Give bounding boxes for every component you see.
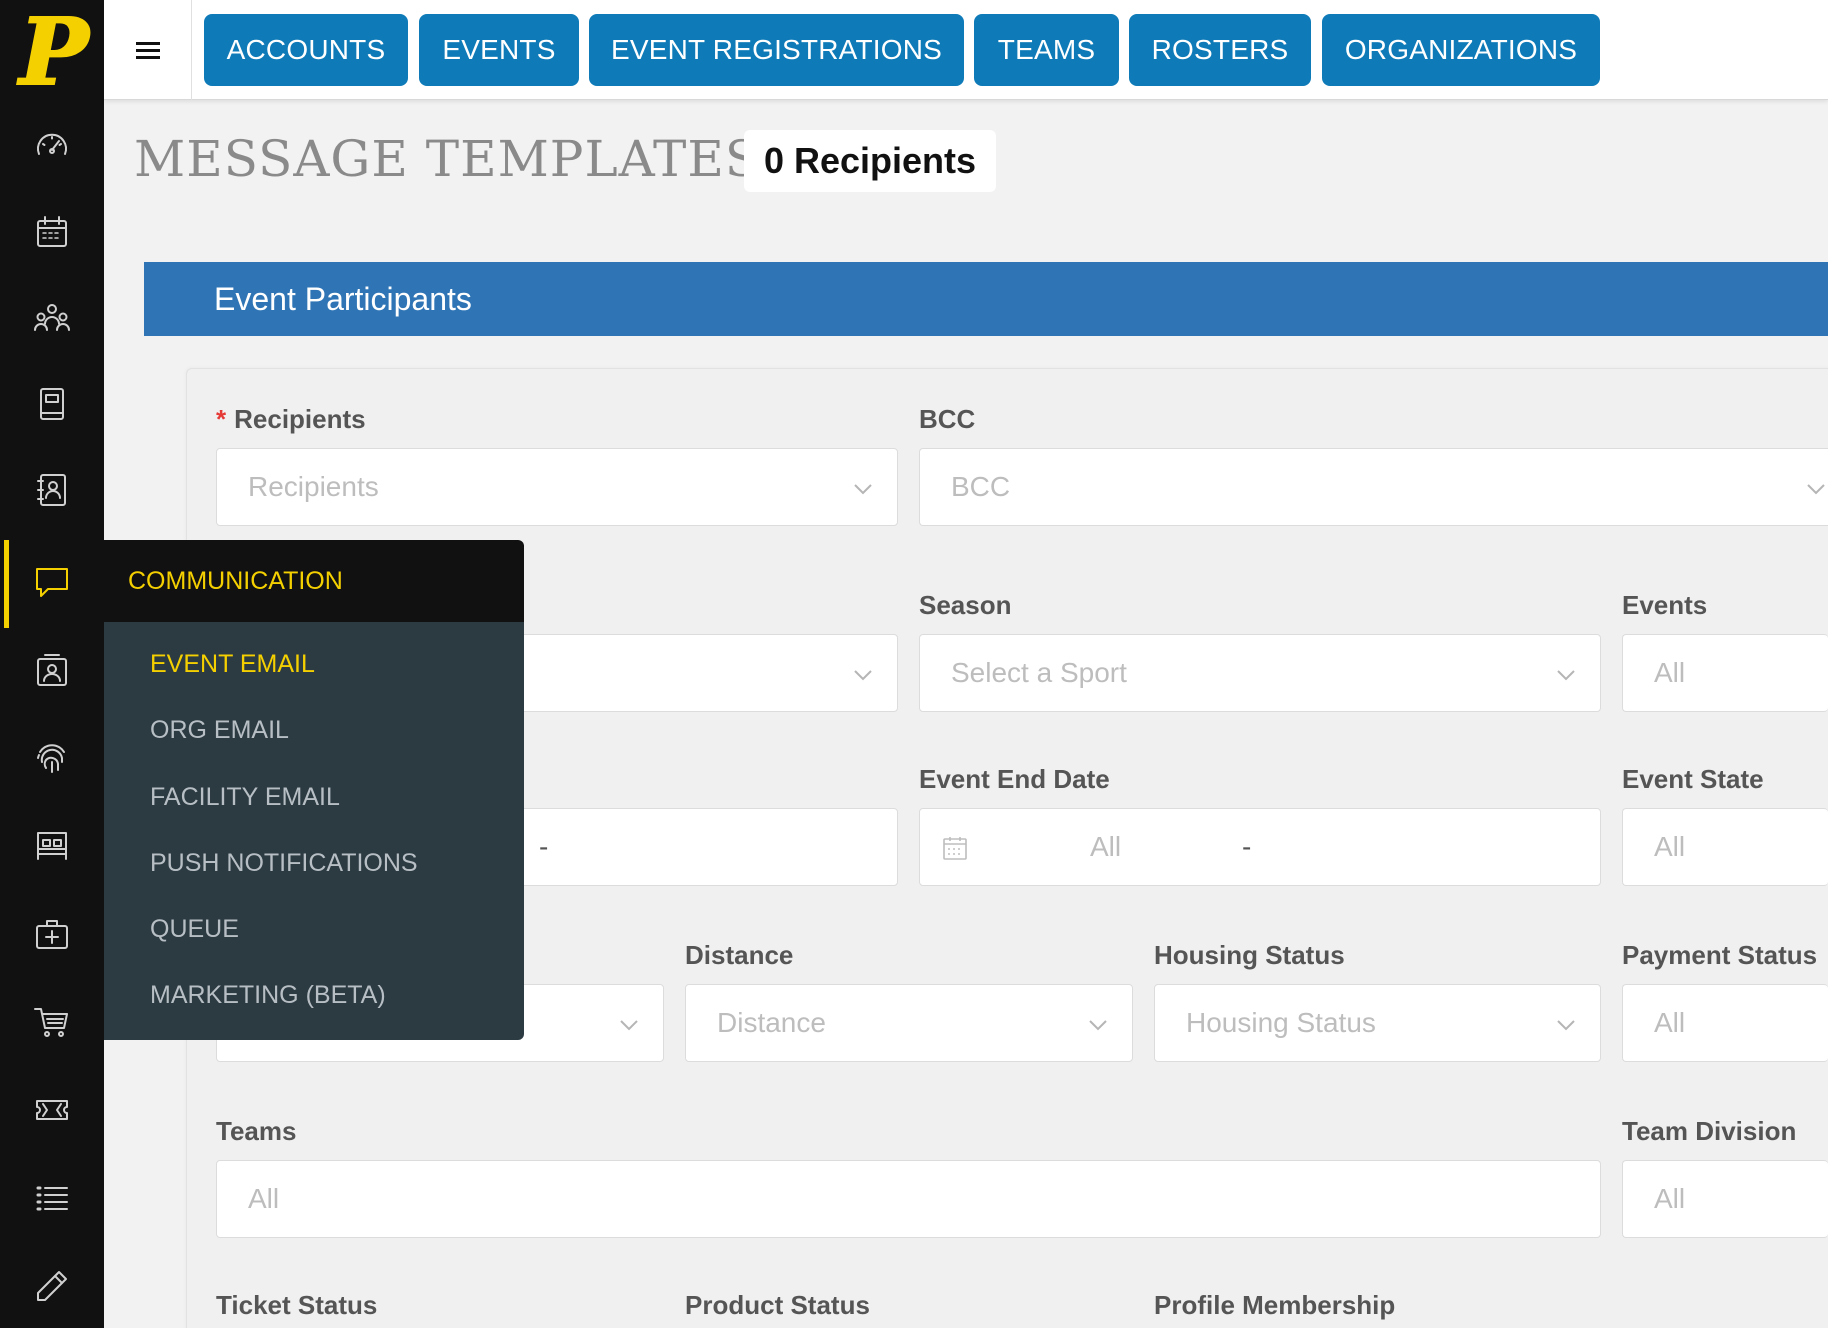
teams-label: Teams bbox=[216, 1116, 297, 1146]
housing-status-select[interactable]: Housing Status bbox=[1154, 984, 1601, 1062]
chevron-down-icon bbox=[1554, 1012, 1578, 1036]
menu-item-queue[interactable]: QUEUE bbox=[150, 915, 239, 944]
sidebar-active-indicator bbox=[4, 540, 9, 628]
id-card-icon[interactable] bbox=[32, 650, 72, 690]
chevron-down-icon bbox=[851, 476, 875, 500]
calendar-icon bbox=[942, 835, 968, 861]
recipients-label: * Recipients bbox=[216, 404, 366, 434]
event-state-label: Event State bbox=[1622, 764, 1764, 794]
chevron-down-icon bbox=[1554, 662, 1578, 686]
chevron-down-icon bbox=[851, 662, 875, 686]
menu-item-event-email[interactable]: EVENT EMAIL bbox=[150, 650, 315, 679]
logo-letter: P bbox=[16, 12, 91, 94]
payment-status-label: Payment Status bbox=[1622, 940, 1818, 970]
nav-accounts[interactable]: ACCOUNTS bbox=[204, 14, 408, 86]
distance-label: Distance bbox=[685, 940, 794, 970]
pencil-icon[interactable] bbox=[32, 1266, 72, 1306]
communication-flyout-menu: EVENT EMAIL ORG EMAIL FACILITY EMAIL PUS… bbox=[104, 622, 524, 1040]
hamburger-icon[interactable] bbox=[104, 0, 192, 100]
team-division-select[interactable]: All bbox=[1622, 1160, 1828, 1238]
date-range-separator: - bbox=[1242, 831, 1252, 862]
teams-select[interactable]: All bbox=[216, 1160, 1601, 1238]
ticket-status-label: Ticket Status bbox=[216, 1290, 378, 1320]
nav-events[interactable]: EVENTS bbox=[419, 14, 579, 86]
events-select[interactable]: All bbox=[1622, 634, 1828, 712]
housing-status-label: Housing Status bbox=[1154, 940, 1345, 970]
bcc-select[interactable]: BCC bbox=[919, 448, 1828, 526]
chat-icon[interactable] bbox=[32, 562, 72, 602]
sidebar: P bbox=[0, 0, 104, 1328]
cart-icon[interactable] bbox=[32, 1002, 72, 1042]
distance-select[interactable]: Distance bbox=[685, 984, 1133, 1062]
recipients-select[interactable]: Recipients bbox=[216, 448, 898, 526]
payment-status-select[interactable]: All bbox=[1622, 984, 1828, 1062]
calendar-icon[interactable] bbox=[32, 212, 72, 252]
bed-icon[interactable] bbox=[32, 826, 72, 866]
dashboard-icon[interactable] bbox=[32, 126, 72, 166]
bcc-label: BCC bbox=[919, 404, 976, 434]
medical-kit-icon[interactable] bbox=[32, 914, 72, 954]
profile-membership-label: Profile Membership bbox=[1154, 1290, 1396, 1320]
date-range-separator: - bbox=[539, 831, 549, 862]
panel-header: Event Participants bbox=[144, 262, 1828, 336]
list-icon[interactable] bbox=[32, 1178, 72, 1218]
team-division-label: Team Division bbox=[1622, 1116, 1797, 1146]
panel-title: Event Participants bbox=[214, 280, 472, 317]
end-date-from: All bbox=[1090, 831, 1122, 862]
communication-flyout-header: COMMUNICATION bbox=[104, 540, 524, 622]
required-mark: * bbox=[216, 404, 227, 434]
event-end-date-input[interactable]: All - bbox=[919, 808, 1601, 886]
menu-item-facility-email[interactable]: FACILITY EMAIL bbox=[150, 783, 340, 812]
menu-item-push-notifications[interactable]: PUSH NOTIFICATIONS bbox=[150, 849, 418, 878]
product-status-label: Product Status bbox=[685, 1290, 870, 1320]
nav-rosters[interactable]: ROSTERS bbox=[1129, 14, 1311, 86]
flyout-title: COMMUNICATION bbox=[128, 566, 343, 595]
book-icon[interactable] bbox=[32, 384, 72, 424]
event-end-date-label: Event End Date bbox=[919, 764, 1110, 794]
season-select[interactable]: Select a Sport bbox=[919, 634, 1601, 712]
nav-organizations[interactable]: ORGANIZATIONS bbox=[1322, 14, 1600, 86]
contacts-icon[interactable] bbox=[32, 470, 72, 510]
chevron-down-icon bbox=[1804, 476, 1828, 500]
chevron-down-icon bbox=[1086, 1012, 1110, 1036]
recipients-count-badge: 0 Recipients bbox=[744, 130, 996, 192]
ticket-icon[interactable] bbox=[32, 1090, 72, 1130]
menu-item-marketing-beta[interactable]: MARKETING (BETA) bbox=[150, 981, 386, 1010]
events-label: Events bbox=[1622, 590, 1708, 620]
nav-event-registrations[interactable]: EVENT REGISTRATIONS bbox=[589, 14, 964, 86]
season-label: Season bbox=[919, 590, 1012, 620]
brand-logo[interactable]: P bbox=[10, 0, 98, 107]
event-state-select[interactable]: All bbox=[1622, 808, 1828, 886]
nav-teams[interactable]: TEAMS bbox=[974, 14, 1119, 86]
fingerprint-icon[interactable] bbox=[32, 738, 72, 778]
chevron-down-icon bbox=[617, 1012, 641, 1036]
page-title: MESSAGE TEMPLATES bbox=[134, 130, 761, 188]
people-icon[interactable] bbox=[32, 298, 72, 338]
menu-item-org-email[interactable]: ORG EMAIL bbox=[150, 716, 289, 745]
